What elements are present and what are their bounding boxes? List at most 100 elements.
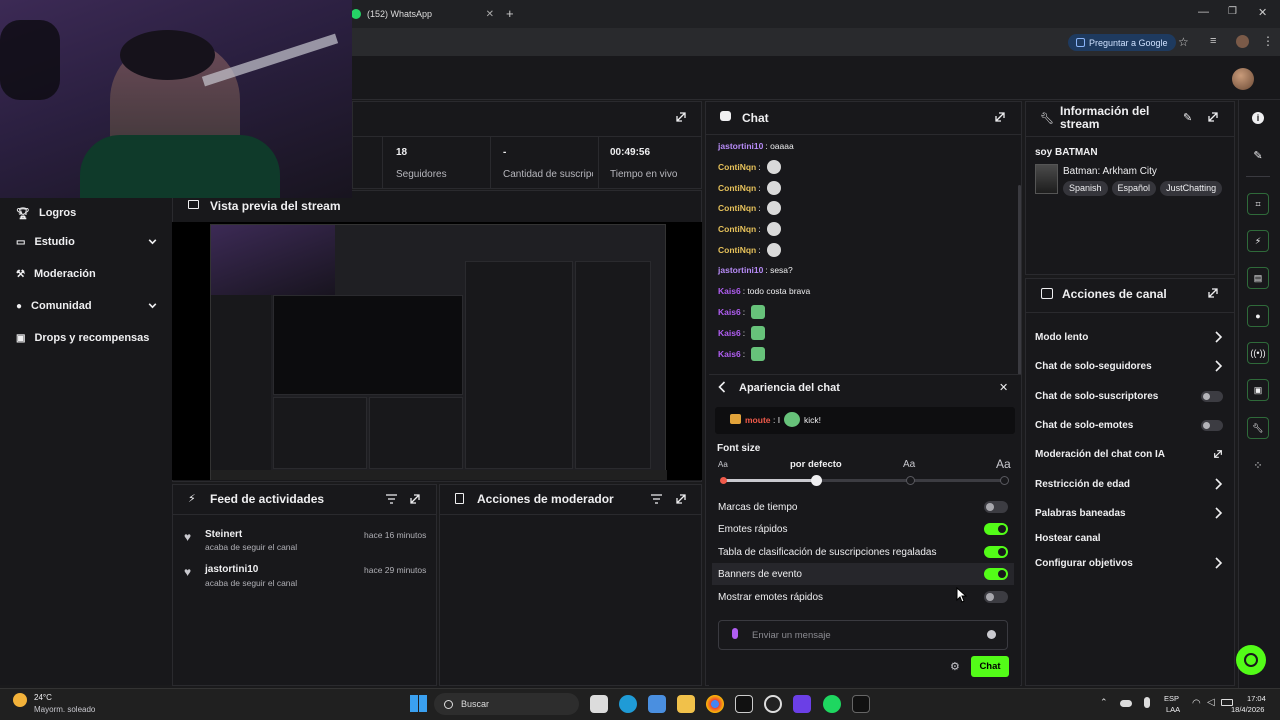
store-icon[interactable] [648, 695, 666, 713]
wifi-icon[interactable]: ◠ [1192, 698, 1201, 709]
chat-username[interactable]: Kais6 [718, 349, 741, 359]
spotify-icon[interactable] [823, 695, 841, 713]
tiktok-icon[interactable] [852, 695, 870, 713]
filter-icon[interactable] [386, 494, 397, 504]
font-size-slider[interactable] [720, 475, 1009, 486]
popout-icon[interactable] [1207, 287, 1219, 299]
channel-action-item[interactable]: Chat de solo-seguidores [1035, 352, 1225, 380]
activity-user[interactable]: jastortini10 [205, 564, 258, 575]
tag-chip[interactable]: Spanish [1063, 181, 1108, 196]
close-window-icon[interactable]: ✕ [1258, 6, 1267, 19]
clock-date[interactable]: 18/4/2026 [1231, 705, 1264, 714]
channel-action-item[interactable]: Chat de solo-emotes [1035, 411, 1225, 439]
ask-google-button[interactable]: Preguntar a Google [1068, 34, 1176, 51]
popout-icon[interactable] [675, 493, 687, 505]
popout-icon[interactable] [675, 111, 687, 123]
close-icon[interactable]: ✕ [999, 381, 1008, 394]
chat-username[interactable]: Kais6 [718, 307, 741, 317]
rail-button-4[interactable]: ● [1242, 303, 1274, 329]
appearance-setting-toggle[interactable] [984, 591, 1008, 603]
browser-tab-whatsapp[interactable]: (152) WhatsApp ✕ [345, 4, 500, 24]
chat-username[interactable]: ContiNqn [718, 203, 756, 213]
task-view-icon[interactable] [590, 695, 608, 713]
purple-app-icon[interactable] [793, 695, 811, 713]
edit-pencil-icon[interactable]: ✎ [1183, 111, 1192, 124]
appearance-setting-toggle[interactable] [984, 568, 1008, 580]
appearance-setting-toggle[interactable] [984, 501, 1008, 513]
rail-button-3[interactable]: ▤ [1242, 265, 1274, 291]
tag-chip[interactable]: Español [1111, 181, 1157, 196]
volume-icon[interactable]: ◁ [1207, 697, 1215, 708]
edge-icon[interactable] [619, 695, 637, 713]
clock-time[interactable]: 17:04 [1247, 694, 1266, 703]
user-avatar[interactable] [1232, 68, 1254, 90]
edit-rail-button[interactable]: ✎ [1242, 142, 1274, 168]
close-tab-icon[interactable]: ✕ [486, 9, 494, 20]
channel-action-item[interactable]: Configurar objetivos [1035, 549, 1225, 577]
chrome-icon[interactable] [706, 695, 724, 713]
channel-action-item[interactable]: Restricción de edad [1035, 470, 1225, 498]
popout-icon[interactable] [994, 111, 1006, 123]
help-fab-button[interactable] [1236, 645, 1266, 675]
tray-microphone-icon[interactable] [1144, 697, 1150, 708]
microphone-icon[interactable] [732, 628, 738, 639]
channel-action-toggle[interactable] [1201, 419, 1223, 431]
info-rail-button[interactable]: i [1242, 105, 1274, 131]
stream-preview-video[interactable] [172, 222, 702, 480]
capcut-icon[interactable] [735, 695, 753, 713]
profile-icon[interactable] [1236, 35, 1249, 48]
nav-item-logros[interactable]: 🏆︎ Logros [0, 198, 172, 228]
onedrive-icon[interactable] [1120, 700, 1132, 707]
tag-chip[interactable]: JustChatting [1160, 181, 1223, 196]
rail-button-7[interactable]: 🔧︎ [1242, 415, 1274, 441]
obs-icon[interactable] [764, 695, 782, 713]
chat-username[interactable]: Kais6 [718, 328, 741, 338]
chat-settings-gear-icon[interactable]: ⚙︎ [950, 660, 960, 673]
nav-item-estudio[interactable]: ▭ Estudio [0, 227, 172, 257]
weather-temp[interactable]: 24°C [34, 693, 52, 702]
chat-username[interactable]: ContiNqn [718, 224, 756, 234]
channel-action-item[interactable]: Chat de solo-suscriptores [1035, 382, 1225, 410]
game-name[interactable]: Batman: Arkham City [1063, 166, 1157, 177]
extensions-icon[interactable]: ≡ [1210, 35, 1216, 47]
popout-icon[interactable] [409, 493, 421, 505]
popout-icon[interactable] [1207, 111, 1219, 123]
chat-send-button[interactable]: Chat [971, 656, 1009, 677]
activity-user[interactable]: Steinert [205, 529, 242, 540]
rail-button-2[interactable]: ⚡︎ [1242, 228, 1274, 254]
taskbar-search[interactable]: Buscar [434, 693, 579, 715]
tray-lang1[interactable]: ESP [1164, 694, 1179, 703]
chat-username[interactable]: jastortini10 [718, 265, 763, 275]
chat-username[interactable]: jastortini10 [718, 141, 763, 151]
weather-desc[interactable]: Mayorm. soleado [34, 705, 95, 714]
chat-username[interactable]: Kais6 [718, 286, 741, 296]
chat-username[interactable]: ContiNqn [718, 245, 756, 255]
nav-item-moderacion[interactable]: ⚒︎ Moderación [0, 259, 172, 289]
rail-button-1[interactable]: ⌗ [1242, 191, 1274, 217]
file-explorer-icon[interactable] [677, 695, 695, 713]
windows-start-icon[interactable] [410, 695, 427, 712]
channel-action-item[interactable]: Palabras baneadas [1035, 499, 1225, 527]
filter-icon[interactable] [651, 494, 662, 504]
minimize-icon[interactable]: — [1198, 6, 1209, 18]
font-size-slider-knob[interactable] [810, 475, 822, 486]
chat-scrollbar[interactable] [1018, 185, 1021, 375]
channel-action-item[interactable]: Moderación del chat con IA [1035, 440, 1225, 468]
bookmark-star-icon[interactable]: ☆ [1178, 35, 1189, 49]
nav-item-comunidad[interactable]: ● Comunidad [0, 291, 172, 321]
rail-button-8[interactable]: ⁘ [1242, 452, 1274, 478]
appearance-setting-toggle[interactable] [984, 546, 1008, 558]
back-arrow-icon[interactable] [717, 381, 728, 393]
chat-username[interactable]: ContiNqn [718, 162, 756, 172]
channel-action-item[interactable]: Hostear canal [1035, 524, 1225, 552]
nav-item-drops[interactable]: ▣ Drops y recompensas [0, 323, 172, 353]
appearance-setting-toggle[interactable] [984, 523, 1008, 535]
rail-button-5[interactable]: ((•)) [1242, 340, 1274, 366]
emoji-icon[interactable] [987, 630, 996, 639]
rail-button-6[interactable]: ▣ [1242, 377, 1274, 403]
tray-chevron-up-icon[interactable]: ⌃ [1100, 697, 1108, 708]
chat-username[interactable]: ContiNqn [718, 183, 756, 193]
channel-action-item[interactable]: Modo lento [1035, 323, 1225, 351]
browser-menu-icon[interactable]: ⋮ [1262, 34, 1274, 48]
maximize-icon[interactable]: ❐ [1228, 6, 1237, 17]
